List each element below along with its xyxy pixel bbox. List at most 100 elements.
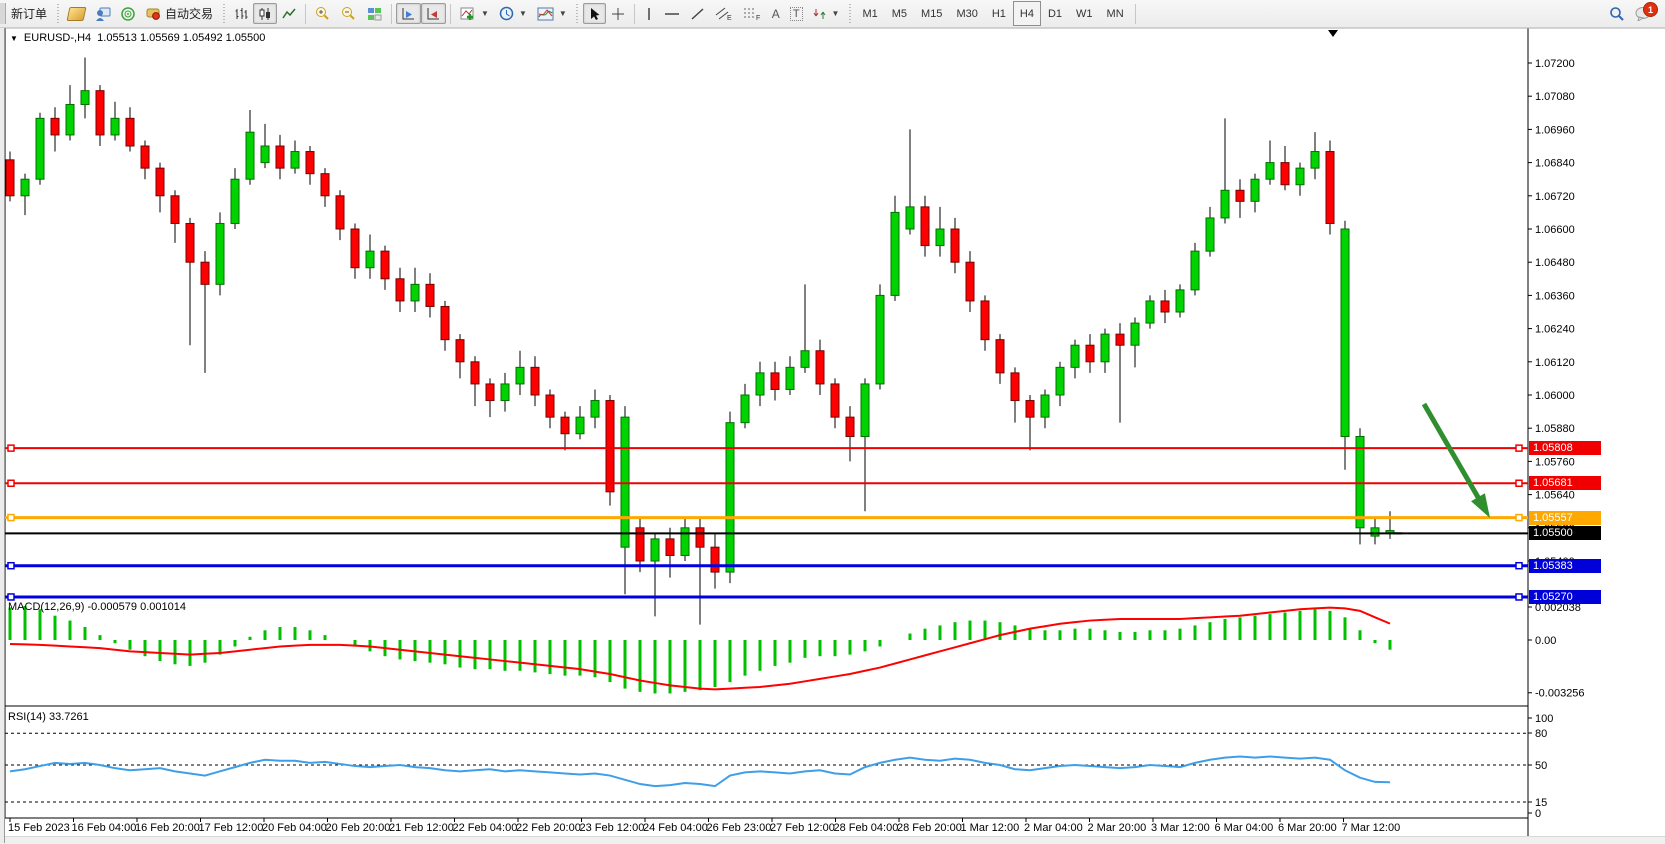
toolbar-separator [1135,4,1136,24]
text-tool-icon: A [772,7,780,21]
svg-text:0: 0 [1535,808,1541,820]
crosshair-tool-button[interactable] [606,3,630,24]
text-label-tool-button[interactable]: T [785,3,808,24]
dropdown-caret: ▼ [559,9,567,18]
price-badge-resistance-2: 1.05681 [1529,476,1601,490]
svg-text:20 Feb 04:00: 20 Feb 04:00 [262,822,327,834]
chart-title: ▼ EURUSD-,H4 1.05513 1.05569 1.05492 1.0… [10,32,265,44]
svg-text:1 Mar 12:00: 1 Mar 12:00 [961,822,1020,834]
tile-windows-icon [367,7,382,21]
svg-text:3 Mar 12:00: 3 Mar 12:00 [1151,822,1210,834]
svg-text:26 Feb 23:00: 26 Feb 23:00 [707,822,772,834]
notifications-button[interactable]: 1 [1630,3,1657,24]
timeframe-button-w1[interactable]: W1 [1069,1,1100,26]
tile-windows-button[interactable] [362,3,387,24]
new-order-label: 新订单 [11,5,47,22]
svg-text:6 Mar 04:00: 6 Mar 04:00 [1215,822,1274,834]
toolbar-grip[interactable] [575,4,580,24]
price-badge-current-price: 1.05500 [1529,526,1601,540]
svg-text:28 Feb 04:00: 28 Feb 04:00 [834,822,899,834]
autotrading-button[interactable]: 自动交易 [141,3,218,24]
svg-text:6 Mar 20:00: 6 Mar 20:00 [1278,822,1337,834]
toolbar-separator [391,4,392,24]
timeframe-button-d1[interactable]: D1 [1041,1,1069,26]
toolbar-separator [305,4,306,24]
svg-text:28 Feb 20:00: 28 Feb 20:00 [897,822,962,834]
text-tool-button[interactable]: A [767,3,785,24]
svg-text:1.06000: 1.06000 [1535,390,1575,402]
new-order-button[interactable]: 新订单 [6,3,52,24]
svg-text:1.05880: 1.05880 [1535,423,1575,435]
svg-text:23 Feb 12:00: 23 Feb 12:00 [580,822,645,834]
equidistant-channel-tool-button[interactable]: E [710,3,738,24]
chart-expander-icon[interactable]: ▼ [10,34,18,43]
svg-text:17 Feb 12:00: 17 Feb 12:00 [199,822,264,834]
svg-text:22 Feb 20:00: 22 Feb 20:00 [516,822,581,834]
notification-count-badge: 1 [1643,2,1658,17]
trendline-tool-button[interactable] [685,3,710,24]
terminal-button[interactable] [90,3,116,24]
templates-button[interactable]: ▼ [532,3,572,24]
price-badge-resistance-1: 1.05808 [1529,441,1601,455]
periods-button[interactable]: ▼ [494,3,532,24]
toolbar-grip[interactable] [847,4,852,24]
search-button[interactable] [1604,3,1630,24]
svg-text:22 Feb 04:00: 22 Feb 04:00 [453,822,518,834]
vertical-line-tool-button[interactable] [639,3,659,24]
svg-text:1.06840: 1.06840 [1535,158,1575,170]
svg-text:7 Mar 12:00: 7 Mar 12:00 [1342,822,1401,834]
timeframe-button-m30[interactable]: M30 [949,1,984,26]
svg-text:0.00: 0.00 [1535,635,1556,647]
dropdown-caret: ▼ [519,9,527,18]
bar-chart-button[interactable] [229,3,253,24]
svg-text:2 Mar 20:00: 2 Mar 20:00 [1088,822,1147,834]
timeframe-button-m5[interactable]: M5 [885,1,914,26]
line-chart-icon [282,7,296,21]
market-watch-button[interactable] [63,3,90,24]
zoom-in-button[interactable] [310,3,336,24]
svg-text:2 Mar 04:00: 2 Mar 04:00 [1024,822,1083,834]
horizontal-line-tool-button[interactable] [659,3,685,24]
timeframe-button-h1[interactable]: H1 [985,1,1013,26]
line-chart-button[interactable] [277,3,301,24]
arrows-tool-button[interactable]: ▼ [808,3,845,24]
candlestick-chart-button[interactable] [253,3,277,24]
timeframe-button-mn[interactable]: MN [1100,1,1131,26]
trendline-icon [690,7,705,21]
zoom-out-icon [341,6,357,21]
chart-shift-button[interactable] [421,3,446,24]
svg-text:-0.003256: -0.003256 [1535,688,1585,700]
zoom-in-icon [315,6,331,21]
toolbar-grip[interactable] [221,4,226,24]
cursor-tool-button[interactable] [583,3,606,24]
vertical-line-icon [644,7,654,21]
dropdown-caret: ▼ [481,9,489,18]
toolbar-grip[interactable] [55,4,60,24]
dropdown-caret: ▼ [832,9,840,18]
signals-button[interactable] [116,3,141,24]
arrows-icon [813,7,827,21]
rsi-indicator-label: RSI(14) 33.7261 [8,711,89,723]
timeframe-button-m15[interactable]: M15 [914,1,949,26]
chart-ohlc-values: 1.05513 1.05569 1.05492 1.05500 [97,32,265,44]
svg-text:1.05760: 1.05760 [1535,456,1575,468]
indicators-button[interactable]: ▼ [455,3,494,24]
timeframe-button-h4[interactable]: H4 [1013,1,1041,26]
auto-scroll-icon [401,7,416,21]
svg-text:E: E [727,15,732,21]
person-monitor-icon [95,7,111,21]
chart-symbol-period: EURUSD-,H4 [24,32,91,44]
main-toolbar: 新订单 自动交易 [0,0,1665,28]
fibonacci-tool-button[interactable]: F [738,3,767,24]
svg-text:80: 80 [1535,728,1547,740]
zoom-out-button[interactable] [336,3,362,24]
chart-canvas[interactable]: 1.072001.070801.069601.068401.067201.066… [0,0,1665,843]
timeframe-button-m1[interactable]: M1 [855,1,884,26]
svg-text:1.06120: 1.06120 [1535,357,1575,369]
auto-scroll-button[interactable] [396,3,421,24]
svg-text:1.06720: 1.06720 [1535,191,1575,203]
bar-chart-icon [234,7,248,21]
svg-text:1.07080: 1.07080 [1535,91,1575,103]
svg-text:21 Feb 12:00: 21 Feb 12:00 [389,822,454,834]
svg-text:1.07200: 1.07200 [1535,58,1575,70]
